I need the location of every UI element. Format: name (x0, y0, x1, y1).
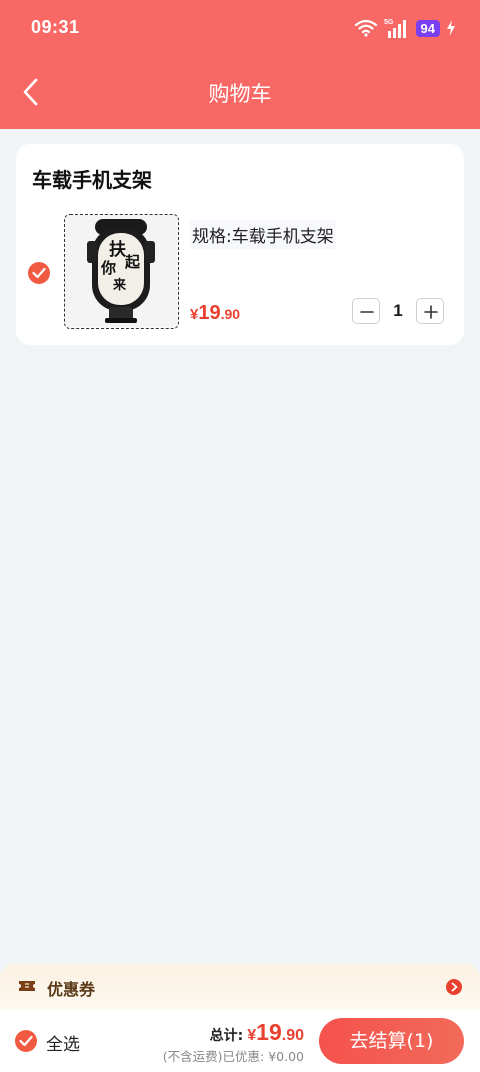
svg-text:来: 来 (112, 277, 127, 293)
quantity-value: 1 (393, 301, 403, 320)
battery-level: 94 (415, 19, 440, 37)
status-time: 09:31 (31, 17, 80, 37)
chevron-right-icon[interactable] (446, 979, 462, 995)
checkout-footer: 全选 总计: ¥19.90 (不含运费)已优惠: ¥0.00 去结算(1) (0, 1010, 480, 1072)
ticket-icon (18, 978, 36, 998)
price-integer: 19 (198, 302, 221, 324)
coupon-label: 优惠券 (47, 980, 96, 999)
status-bar: 09:31 5G 94 (0, 0, 480, 56)
signal-icon: 5G (384, 17, 410, 39)
svg-text:扶: 扶 (109, 239, 126, 260)
product-spec: 规格:车载手机支架 (190, 220, 336, 249)
checkout-button[interactable]: 去结算(1) (319, 1018, 464, 1064)
total-label: 总计: (209, 1028, 244, 1044)
price-decimal: .90 (220, 306, 241, 322)
phone-holder-illustration: 扶 起 你 来 (65, 215, 177, 327)
svg-text:起: 起 (124, 253, 141, 271)
select-all-checkbox[interactable] (15, 1030, 37, 1052)
total-price: ¥19.90 (247, 1019, 304, 1046)
charging-bolt-icon (446, 20, 456, 36)
product-price: ¥19.90 (190, 302, 240, 325)
page-title: 购物车 (208, 82, 272, 106)
status-icons: 5G 94 (354, 17, 456, 39)
item-checkbox[interactable] (28, 262, 50, 284)
select-all-label[interactable]: 全选 (46, 1030, 80, 1055)
wifi-icon (354, 19, 378, 37)
total-decimal: .90 (281, 1027, 304, 1044)
shop-name: 车载手机支架 (32, 168, 152, 192)
discount-note: (不含运费)已优惠: ¥0.00 (162, 1049, 304, 1064)
coupon-bar[interactable]: 优惠券 (0, 964, 480, 1010)
total-row: 总计: ¥19.90 (210, 1019, 304, 1046)
total-integer: 19 (256, 1019, 282, 1045)
quantity-decrease-button[interactable] (352, 298, 380, 324)
product-image[interactable]: 扶 起 你 来 (64, 214, 179, 329)
nav-bar: 购物车 (0, 56, 480, 129)
network-type-label: 5G (384, 19, 394, 26)
svg-text:你: 你 (100, 259, 116, 277)
quantity-increase-button[interactable] (416, 298, 444, 324)
total-currency: ¥ (247, 1027, 257, 1044)
cart-shop-card: 车载手机支架 扶 起 你 来 规格:车载手机支架 ¥19.90 1 (16, 144, 464, 345)
header: 09:31 5G 94 购物车 (0, 0, 480, 129)
quantity-stepper: 1 (352, 298, 444, 324)
